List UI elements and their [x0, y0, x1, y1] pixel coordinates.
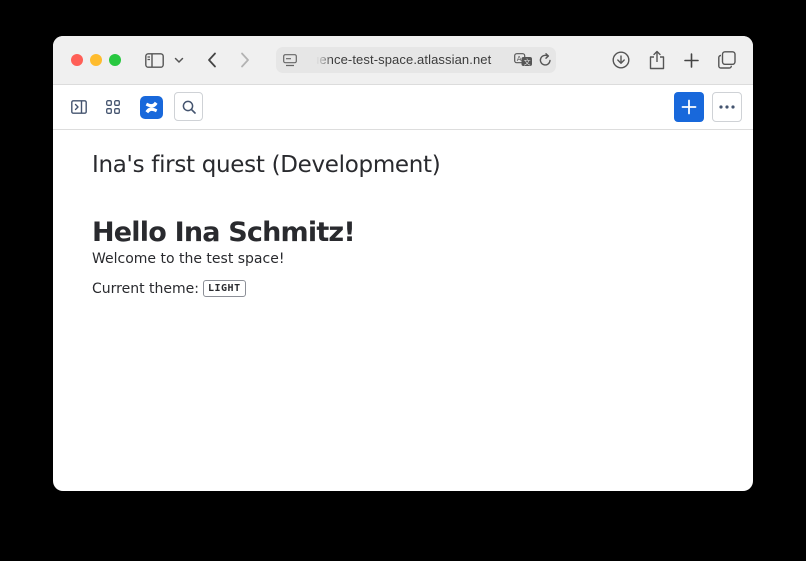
create-icon: [681, 99, 697, 115]
expand-sidebar-icon[interactable]: [70, 98, 88, 116]
chevron-down-icon[interactable]: [172, 53, 186, 67]
browser-window: uence-test-space.atlassian.net A文 Ina's …: [53, 36, 753, 491]
zoom-window-button[interactable]: [109, 54, 121, 66]
create-button[interactable]: [674, 92, 704, 122]
search-button[interactable]: [174, 92, 203, 121]
address-bar[interactable]: uence-test-space.atlassian.net A文: [276, 47, 556, 73]
site-icon: [282, 52, 298, 68]
share-icon[interactable]: [647, 49, 667, 71]
theme-label: Current theme:: [92, 280, 199, 297]
address-text: uence-test-space.atlassian.net: [312, 52, 492, 67]
search-icon: [182, 100, 196, 114]
greeting-heading: Hello Ina Schmitz!: [92, 217, 356, 248]
reload-icon[interactable]: [537, 52, 553, 68]
address-fade: [306, 50, 332, 70]
confluence-top-nav: [53, 85, 753, 130]
theme-badge: LIGHT: [202, 280, 246, 297]
close-window-button[interactable]: [71, 54, 83, 66]
minimize-window-button[interactable]: [90, 54, 102, 66]
back-icon[interactable]: [203, 50, 221, 70]
translate-icon[interactable]: A文: [513, 52, 533, 68]
app-switcher-icon[interactable]: [104, 98, 122, 116]
browser-toolbar: uence-test-space.atlassian.net A文: [53, 36, 753, 85]
more-icon: [719, 105, 735, 109]
new-tab-icon[interactable]: [681, 50, 701, 70]
sidebar-icon[interactable]: [144, 50, 164, 70]
svg-text:A: A: [516, 55, 521, 63]
page-title: Ina's first quest (Development): [92, 152, 441, 178]
svg-text:文: 文: [523, 57, 530, 66]
theme-line: Current theme: LIGHT: [92, 280, 246, 297]
forward-icon[interactable]: [236, 50, 254, 70]
more-actions-button[interactable]: [712, 92, 742, 122]
download-icon[interactable]: [611, 50, 631, 70]
welcome-text: Welcome to the test space!: [92, 251, 285, 267]
tab-overview-icon[interactable]: [717, 50, 737, 70]
confluence-logo-icon[interactable]: [140, 96, 163, 119]
